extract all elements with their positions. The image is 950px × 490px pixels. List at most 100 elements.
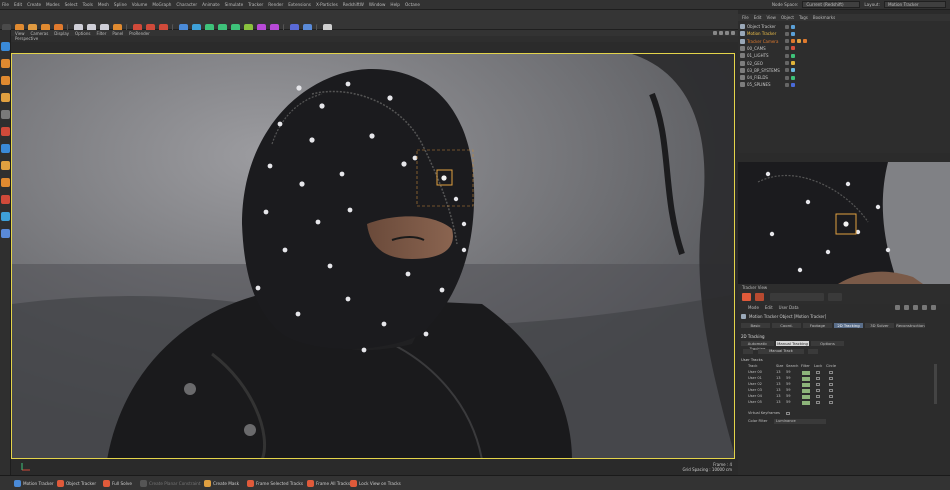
menu-item[interactable]: Spline (114, 2, 127, 7)
tracker-tag-icon[interactable] (797, 39, 801, 43)
command-button[interactable]: Frame All Tracks (307, 479, 350, 488)
visibility-icon[interactable] (785, 68, 789, 73)
search-icon[interactable] (913, 305, 918, 310)
om-menu-item[interactable]: View (766, 15, 776, 20)
table-column-header[interactable]: Track (748, 364, 757, 369)
visibility-icon[interactable] (785, 61, 789, 65)
object-tag-icon[interactable] (791, 39, 795, 44)
track-search-cell[interactable]: 59 (786, 382, 791, 387)
tracker-tool-icon[interactable] (828, 293, 842, 301)
object-tag-icon[interactable] (791, 68, 795, 73)
menu-item[interactable]: MoGraph (152, 2, 171, 7)
track-nav-prev[interactable] (743, 349, 753, 354)
object-tag-icon[interactable] (791, 61, 795, 65)
menu-item[interactable]: Edit (14, 2, 22, 7)
layout-dropdown[interactable]: Motion Tracker (884, 1, 946, 8)
points-mode-icon[interactable] (1, 42, 10, 51)
circle-checkbox[interactable] (829, 376, 833, 381)
menu-item[interactable]: Octane (405, 2, 420, 7)
filter-swatch[interactable] (802, 382, 810, 387)
lock-checkbox[interactable] (816, 376, 820, 381)
uv-icon[interactable] (1, 229, 10, 238)
lock-checkbox[interactable] (816, 394, 820, 399)
command-button[interactable]: Full Solve (103, 479, 132, 488)
table-scrollbar[interactable] (934, 364, 937, 404)
texture-mode-icon[interactable] (1, 110, 10, 119)
visibility-icon[interactable] (785, 24, 789, 29)
menu-item[interactable]: Animate (202, 2, 220, 7)
viewport-menu-item[interactable]: ProRender (129, 31, 150, 36)
menu-item[interactable]: RedshiftW (343, 2, 364, 7)
viewport-move-icon[interactable] (731, 31, 735, 35)
tracker-tool-group[interactable] (770, 293, 824, 301)
new-window-icon[interactable] (931, 305, 936, 310)
circle-checkbox[interactable] (829, 382, 833, 387)
table-column-header[interactable]: Size (776, 364, 783, 369)
table-column-header[interactable]: Search (786, 364, 798, 369)
table-column-header[interactable]: Filter (801, 364, 810, 369)
track-name-cell[interactable]: User 03 (748, 388, 762, 393)
node-space-dropdown[interactable]: Current (Redshift) (802, 1, 861, 8)
edges-mode-icon[interactable] (1, 59, 10, 68)
menu-item[interactable]: File (2, 2, 9, 7)
viewport-camera-label[interactable]: Perspective (11, 36, 738, 42)
track-size-cell[interactable]: 13 (776, 400, 781, 405)
lock-checkbox[interactable] (816, 388, 820, 393)
track-size-cell[interactable]: 13 (776, 382, 781, 387)
track-search-cell[interactable]: 59 (786, 388, 791, 393)
polygons-mode-icon[interactable] (1, 76, 10, 85)
track-name-cell[interactable]: User 04 (748, 394, 762, 399)
menu-item[interactable]: Character (176, 2, 197, 7)
model-mode-icon[interactable] (1, 93, 10, 102)
track-name-cell[interactable]: User 02 (748, 382, 762, 387)
menu-item[interactable]: Modes (46, 2, 60, 7)
track-size-cell[interactable]: 13 (776, 394, 781, 399)
menu-item[interactable]: Select (65, 2, 78, 7)
command-button[interactable]: Lock View on Tracks (350, 479, 401, 488)
command-button[interactable]: Object Tracker (57, 479, 96, 488)
viewport-menu-item[interactable]: Display (54, 31, 69, 36)
track-search-cell[interactable]: 59 (786, 394, 791, 399)
track-nav-next[interactable] (808, 349, 818, 354)
menu-item[interactable]: Create (27, 2, 41, 7)
subtab[interactable]: Automatic Tracking (741, 341, 774, 351)
axis-mode-icon[interactable] (1, 127, 10, 136)
om-menu-item[interactable]: Edit (754, 15, 762, 20)
viewport-maximize-icon[interactable] (713, 31, 717, 35)
object-tag-icon[interactable] (791, 24, 795, 29)
tracker-tool-icon[interactable] (755, 293, 764, 301)
filter-swatch[interactable] (802, 376, 810, 381)
track-size-cell[interactable]: 13 (776, 388, 781, 393)
viewport-menu-item[interactable]: Filter (96, 31, 106, 36)
track-name-cell[interactable]: User 00 (748, 370, 762, 375)
track-search-cell[interactable]: 59 (786, 400, 791, 405)
visibility-icon[interactable] (785, 53, 789, 58)
circle-checkbox[interactable] (829, 370, 833, 375)
menu-item[interactable]: Render (268, 2, 283, 7)
command-button[interactable]: Motion Tracker (14, 479, 54, 488)
viewport-menu-item[interactable]: Cameras (31, 31, 49, 36)
attribute-menu-item[interactable]: Mode (748, 305, 759, 310)
lock-checkbox[interactable] (816, 382, 820, 387)
visibility-icon[interactable] (785, 75, 789, 80)
snap-icon[interactable] (1, 144, 10, 153)
circle-checkbox[interactable] (829, 394, 833, 399)
workplane-icon[interactable] (1, 161, 10, 170)
visibility-icon[interactable] (785, 31, 789, 36)
track-name-cell[interactable]: User 05 (748, 400, 762, 405)
attribute-tab[interactable]: Basic (741, 323, 770, 328)
subtab[interactable]: Manual Tracking (776, 341, 809, 346)
color-filter-dropdown[interactable]: Luminance (774, 419, 826, 424)
attribute-tab[interactable]: 2D Tracking (834, 323, 863, 328)
command-button[interactable]: Create Mask (204, 479, 239, 488)
command-button[interactable]: Frame Selected Tracks (247, 479, 303, 488)
menu-item[interactable]: Mesh (98, 2, 109, 7)
command-button[interactable]: Create Planar Constraint (140, 479, 200, 488)
track-search-cell[interactable]: 59 (786, 370, 791, 375)
attribute-menu-item[interactable]: Edit (765, 305, 773, 310)
menu-item[interactable]: Simulate (225, 2, 244, 7)
lock-icon[interactable] (1, 178, 10, 187)
viewport-rotate-icon[interactable] (719, 31, 723, 35)
circle-checkbox[interactable] (829, 400, 833, 405)
menu-item[interactable]: Window (369, 2, 386, 7)
